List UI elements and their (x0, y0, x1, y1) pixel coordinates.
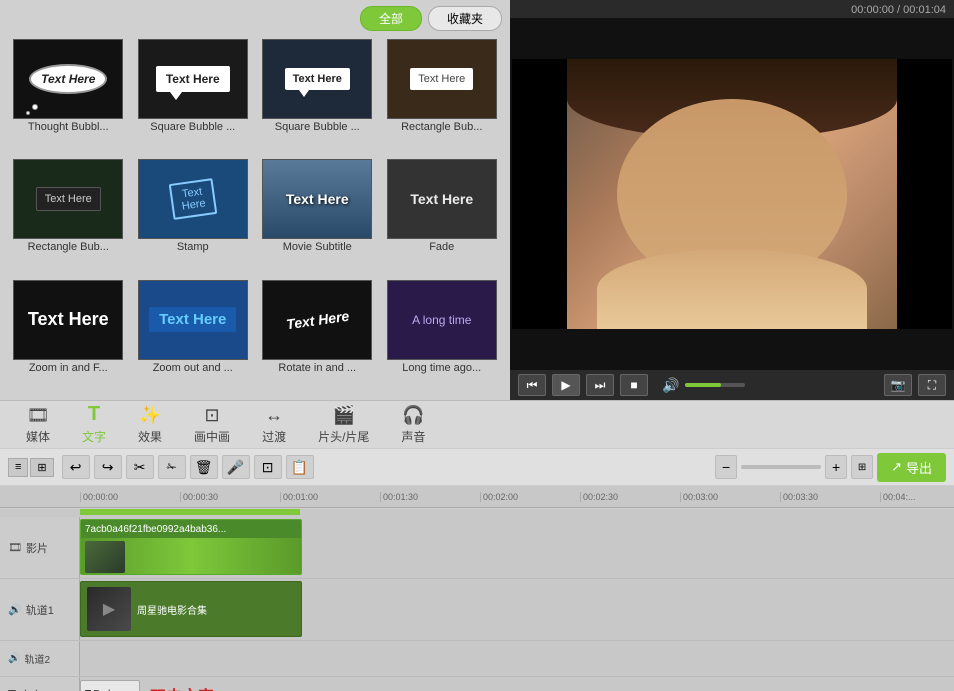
volume-icon: 🔊 (662, 377, 679, 394)
audio-track-2-label: 🔊 轨道2 (0, 641, 80, 676)
text-track: T 文字 T Fade 双击文字 ↗ (0, 677, 954, 691)
effect-label: Rectangle Bub... (28, 241, 109, 253)
list-view-button[interactable]: ≡ (8, 458, 28, 477)
double-click-hint: 双击文字 (150, 683, 214, 691)
undo-button[interactable]: ↩ (62, 455, 90, 479)
effect-label: Zoom in and F... (29, 362, 108, 374)
preview-video (567, 59, 897, 329)
effect-label: Rotate in and ... (278, 362, 356, 374)
record-button[interactable]: 🎤 (222, 455, 250, 479)
zoom-in-button[interactable]: + (825, 455, 847, 479)
effect-label: Zoom out and ... (153, 362, 233, 374)
timeline: 00:00:00 00:00:30 00:01:00 00:01:30 00:0… (0, 486, 954, 691)
edit-toolbar: ≡ ⊞ ↩ ↪ ✂ ✁ 🗑 🎤 ⊡ 📋 − + ⊞ ↗ 导出 (0, 448, 954, 486)
all-tab[interactable]: 全部 (360, 6, 422, 31)
app-container: 全部 收藏夹 Text Here Thought Bubbl... (0, 0, 954, 691)
tab-media[interactable]: 🎞 媒体 (10, 401, 66, 449)
timeline-ruler: 00:00:00 00:00:30 00:01:00 00:01:30 00:0… (0, 486, 954, 508)
effect-label: Movie Subtitle (283, 241, 352, 253)
export-icon: ↗ (891, 459, 902, 475)
effect-label: Long time ago... (402, 362, 481, 374)
effect-square-bubble-1[interactable]: Text Here Square Bubble ... (133, 39, 254, 155)
effect-label: Thought Bubbl... (28, 121, 109, 133)
effect-zoom-in[interactable]: Text Here Zoom in and F... (8, 280, 129, 396)
effect-stamp[interactable]: TextHere Stamp (133, 159, 254, 275)
effect-longtime[interactable]: A long time Long time ago... (382, 280, 503, 396)
skip-forward-button[interactable]: ⏭ (586, 374, 614, 396)
export-button[interactable]: ↗ 导出 (877, 453, 946, 482)
effect-label: Rectangle Bub... (401, 121, 482, 133)
bottom-tabs-row: 🎞 媒体 T 文字 ✨ 效果 ⊡ 画中画 ↔ 过渡 🎬 片头/片尾 🎧 声音 (0, 400, 954, 448)
tab-transition[interactable]: ↔ 过渡 (246, 401, 302, 449)
play-button[interactable]: ▶ (552, 374, 580, 396)
effect-zoom-out[interactable]: Text Here Zoom out and ... (133, 280, 254, 396)
effect-label: Fade (429, 241, 454, 253)
zoom-out-button[interactable]: − (715, 455, 737, 479)
effect-square-bubble-2[interactable]: Text Here Square Bubble ... (257, 39, 378, 155)
tab-title-end[interactable]: 🎬 片头/片尾 (302, 401, 385, 449)
effect-rect-bubble-1[interactable]: Text Here Rectangle Bub... (382, 39, 503, 155)
transport-controls: ⏮ ▶ ⏭ ■ 🔊 📷 ⛶ (510, 370, 954, 400)
preview-panel: 00:00:00 / 00:01:04 ⏮ (510, 0, 954, 400)
snapshot-button[interactable]: 📷 (884, 374, 912, 396)
audio-track-1: 🔊 轨道1 ▶ 周星驰电影合集 (0, 579, 954, 641)
view-toggle-buttons: ≡ ⊞ (8, 458, 54, 477)
effect-movie-subtitle[interactable]: Text Here Movie Subtitle (257, 159, 378, 275)
text-track-content[interactable]: T Fade 双击文字 ↗ (80, 677, 954, 691)
delete-button[interactable]: 🗑 (190, 455, 218, 479)
split-button[interactable]: ✁ (158, 455, 186, 479)
fullscreen-button[interactable]: ⛶ (918, 374, 946, 396)
crop-button[interactable]: ⊡ (254, 455, 282, 479)
effect-rect-bubble-2[interactable]: Text Here Rectangle Bub... (8, 159, 129, 275)
fit-button[interactable]: ⊞ (851, 455, 873, 479)
effect-label: Square Bubble ... (150, 121, 235, 133)
text-track-label: T 文字 (0, 677, 80, 691)
video-clip[interactable]: 7acb0a46f21fbe0992a4bab36... (80, 519, 302, 575)
favorites-tab[interactable]: 收藏夹 (428, 6, 502, 31)
black-bar-left (512, 59, 567, 329)
skip-back-button[interactable]: ⏮ (518, 374, 546, 396)
effect-label: Stamp (177, 241, 209, 253)
effect-fade[interactable]: Text Here Fade (382, 159, 503, 275)
tab-text[interactable]: T 文字 (66, 399, 122, 451)
effect-label: Square Bubble ... (275, 121, 360, 133)
video-track-label: 🎞 影片 (0, 517, 80, 578)
audio-track-1-label: 🔊 轨道1 (0, 579, 80, 640)
black-bar-right (897, 59, 952, 329)
preview-area (510, 18, 954, 370)
audio-clip[interactable]: ▶ 周星驰电影合集 (80, 581, 302, 637)
effects-grid: Text Here Thought Bubbl... Text Here S (0, 35, 510, 400)
video-track-content[interactable]: 7acb0a46f21fbe0992a4bab36... (80, 517, 954, 578)
cut-clip-button[interactable]: ✂ (126, 455, 154, 479)
top-panel: 全部 收藏夹 Text Here Thought Bubbl... (0, 0, 954, 400)
grid-view-button[interactable]: ⊞ (30, 458, 53, 477)
tab-audio[interactable]: 🎧 声音 (385, 401, 441, 449)
time-display: 00:00:00 / 00:01:04 (851, 4, 946, 16)
effect-rotate[interactable]: Text Here Rotate in and ... (257, 280, 378, 396)
audio-track-2: 🔊 轨道2 (0, 641, 954, 677)
zoom-controls: − + ⊞ (715, 455, 873, 479)
tab-effects[interactable]: ✨ 效果 (122, 401, 178, 449)
clip-manager-button[interactable]: 📋 (286, 455, 314, 479)
redo-button[interactable]: ↪ (94, 455, 122, 479)
zoom-slider[interactable] (741, 465, 821, 469)
tab-pip[interactable]: ⊡ 画中画 (178, 401, 246, 449)
effect-thought-bubble[interactable]: Text Here Thought Bubbl... (8, 39, 129, 155)
audio-track-2-content[interactable] (80, 641, 954, 676)
volume-slider[interactable] (685, 383, 745, 387)
effects-panel: 全部 收藏夹 Text Here Thought Bubbl... (0, 0, 510, 400)
text-clip[interactable]: T Fade (80, 680, 140, 691)
video-track: 🎞 影片 7acb0a46f21fbe0992a4bab36... (0, 517, 954, 579)
stop-button[interactable]: ■ (620, 374, 648, 396)
audio-track-1-content[interactable]: ▶ 周星驰电影合集 (80, 579, 954, 640)
effects-tab-bar: 全部 收藏夹 (0, 0, 510, 35)
